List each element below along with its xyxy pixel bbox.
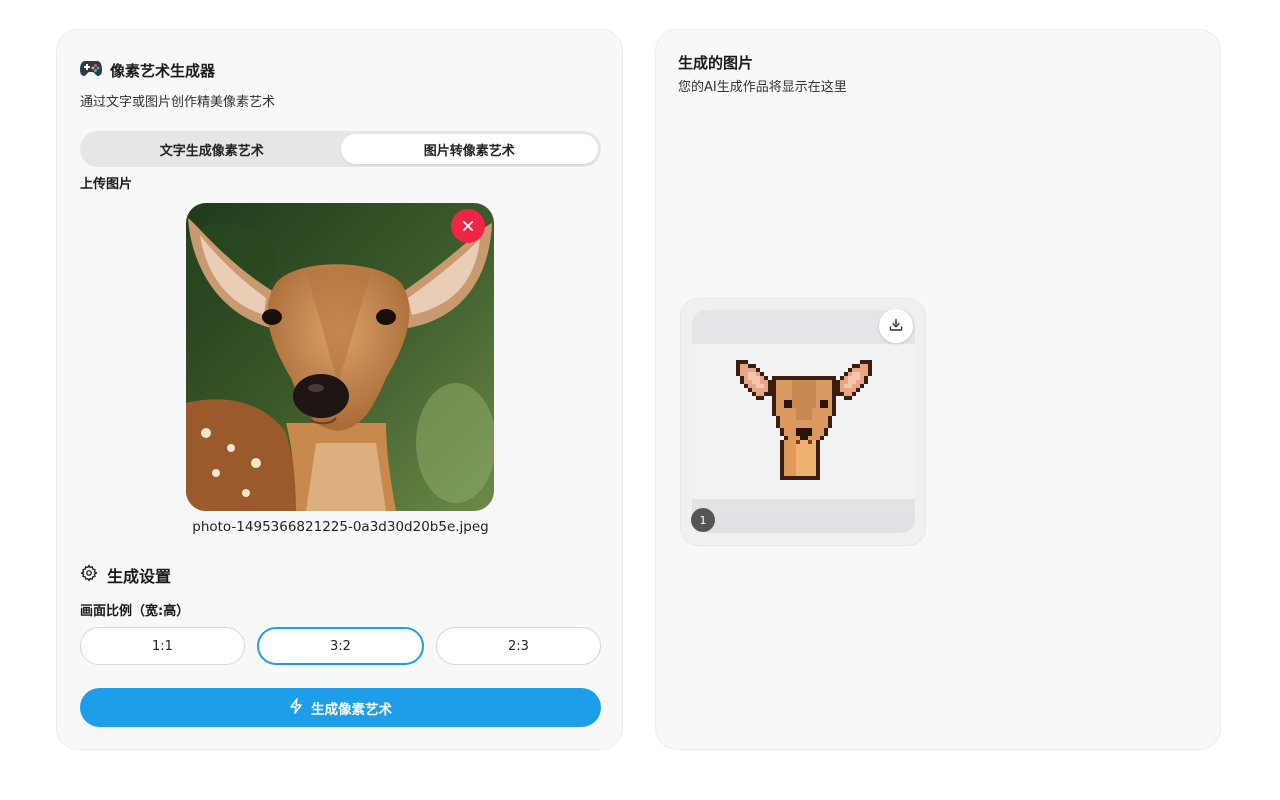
remove-image-button[interactable] [451, 209, 485, 243]
settings-header: 生成设置 [80, 563, 171, 587]
gear-icon [80, 564, 98, 586]
results-panel: 生成的图片 您的AI生成作品将显示在这里 1 [655, 29, 1221, 750]
generate-button-label: 生成像素艺术 [311, 701, 392, 718]
mode-tabs: 文字生成像素艺术 图片转像素艺术 [80, 131, 601, 167]
close-icon [462, 217, 474, 236]
upload-label: 上传图片 [80, 177, 133, 192]
settings-title: 生成设置 [107, 567, 172, 586]
generator-panel: 像素艺术生成器 通过文字或图片创作精美像素艺术 文字生成像素艺术 图片转像素艺术… [56, 29, 623, 750]
download-button[interactable] [879, 309, 913, 343]
results-subtitle: 您的AI生成作品将显示在这里 [678, 80, 847, 95]
generator-title: 像素艺术生成器 [110, 61, 216, 80]
ratio-button-2-3[interactable]: 2:3 [436, 627, 601, 665]
gamepad-icon [79, 58, 103, 82]
result-card[interactable]: 1 [680, 298, 926, 546]
generator-subtitle: 通过文字或图片创作精美像素艺术 [80, 95, 276, 110]
uploaded-image-preview [186, 203, 494, 511]
pixel-deer-image [736, 360, 872, 480]
tab-image-to-pixel[interactable]: 图片转像素艺术 [340, 134, 598, 164]
generate-button[interactable]: 生成像素艺术 [80, 688, 601, 727]
ratio-button-3-2[interactable]: 3:2 [257, 627, 424, 665]
download-icon [889, 317, 903, 336]
lightning-icon [289, 697, 303, 718]
ratio-label: 画面比例（宽:高） [80, 604, 190, 619]
tab-text-to-pixel[interactable]: 文字生成像素艺术 [83, 134, 341, 164]
results-title: 生成的图片 [678, 54, 754, 72]
generator-header: 像素艺术生成器 [79, 58, 215, 82]
result-index-badge: 1 [691, 508, 715, 532]
result-image [692, 310, 915, 533]
ratio-button-1-1[interactable]: 1:1 [80, 627, 245, 665]
ratio-options: 1:1 3:2 2:3 [80, 627, 601, 665]
uploaded-filename: photo-1495366821225-0a3d30d20b5e.jpeg [192, 519, 489, 535]
